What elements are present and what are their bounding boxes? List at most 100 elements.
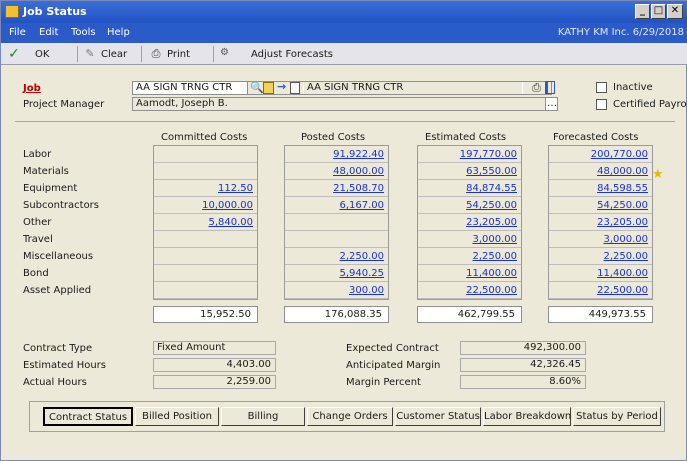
cost-cell-committed: 10,000.00 [154,197,257,214]
cost-link-posted[interactable]: 2,250.00 [339,251,384,262]
lookup-icon[interactable]: 🔍 [250,81,264,94]
cost-link-estimated[interactable]: 197,770.00 [460,149,517,160]
cost-cell-committed: 5,840.00 [154,214,257,231]
cost-cell-posted: 5,940.25 [285,265,388,282]
estimated-hours-label: Estimated Hours [23,360,106,371]
cost-cell-estimated: 2,250.00 [418,248,521,265]
cost-cell-estimated: 3,000.00 [418,231,521,248]
cost-link-estimated[interactable]: 3,000.00 [472,234,517,245]
toolbar-separator [141,46,142,62]
company-date: KATHY KM Inc. 6/29/2018 [557,27,684,38]
committed-costs-grid: 112.50 10,000.00 5,840.00 [153,145,258,300]
cost-link-forecasted[interactable]: 54,250.00 [597,200,648,211]
job-label[interactable]: Job [23,83,41,94]
cost-link-forecasted[interactable]: 22,500.00 [597,285,648,296]
cost-link-forecasted[interactable]: 84,598.55 [597,183,648,194]
billed-position-button[interactable]: Billed Position [135,407,219,426]
cost-cell-estimated: 63,550.00 [418,163,521,180]
toolbar: ✓ OK ✎ Clear ⎙ Print ⚙ Adjust Forecasts [1,43,687,65]
page-icon[interactable] [290,82,300,94]
clear-label: Clear [101,48,128,60]
adjust-forecasts-button[interactable]: Adjust Forecasts [251,46,333,62]
maximize-icon[interactable]: □ [651,4,666,19]
cost-link-committed[interactable]: 5,840.00 [208,217,253,228]
job-status-window: Job Status _ □ ✕ File Edit Tools Help KA… [0,0,687,461]
cost-link-posted[interactable]: 48,000.00 [333,166,384,177]
checkmark-icon: ✓ [8,46,20,62]
inactive-checkbox[interactable] [596,82,607,93]
ellipsis-button[interactable]: … [545,97,558,111]
printer-icon: ⎙ [151,47,161,60]
cost-cell-committed [154,163,257,180]
cost-link-forecasted[interactable]: 23,205.00 [597,217,648,228]
cost-link-estimated[interactable]: 22,500.00 [466,285,517,296]
cost-row-label: Other [23,217,52,228]
cost-link-estimated[interactable]: 2,250.00 [472,251,517,262]
note-icon[interactable] [263,82,274,94]
cost-link-forecasted[interactable]: 3,000.00 [603,234,648,245]
star-icon[interactable]: ★ [652,167,664,182]
cost-cell-committed [154,282,257,299]
actual-hours-label: Actual Hours [23,377,87,388]
posted-costs-header: Posted Costs [301,132,366,143]
forecasted-total: 449,973.55 [548,306,653,323]
change-orders-button[interactable]: Change Orders [307,407,393,426]
cost-link-forecasted[interactable]: 11,400.00 [597,268,648,279]
cost-link-committed[interactable]: 112.50 [218,183,253,194]
app-icon [5,5,19,18]
cost-link-posted[interactable]: 5,940.25 [339,268,384,279]
anticipated-margin-field: 42,326.45 [460,358,586,372]
cost-link-forecasted[interactable]: 2,250.00 [603,251,648,262]
customer-status-button[interactable]: Customer Status [395,407,481,426]
cost-link-estimated[interactable]: 54,250.00 [466,200,517,211]
cost-link-forecasted[interactable]: 48,000.00 [597,166,648,177]
clear-button[interactable]: ✎ Clear [83,46,127,62]
status-by-period-button[interactable]: Status by Period [573,407,661,426]
menu-tools[interactable]: Tools [71,27,96,38]
estimated-total: 462,799.55 [417,306,522,323]
committed-costs-header: Committed Costs [161,132,248,143]
menu-edit[interactable]: Edit [39,27,58,38]
cost-cell-estimated: 23,205.00 [418,214,521,231]
cost-link-posted[interactable]: 300.00 [349,285,384,296]
cost-link-estimated[interactable]: 23,205.00 [466,217,517,228]
minimize-icon[interactable]: _ [635,4,650,19]
menu-bar: File Edit Tools Help KATHY KM Inc. 6/29/… [1,23,687,43]
title-bar: Job Status _ □ ✕ [1,1,687,23]
cost-link-estimated[interactable]: 63,550.00 [466,166,517,177]
tools-icon[interactable]: ⚙ [220,47,229,58]
cost-link-forecasted[interactable]: 200,770.00 [591,149,648,160]
cost-link-estimated[interactable]: 84,874.55 [466,183,517,194]
estimated-costs-grid: 197,770.00 63,550.00 84,874.55 54,250.00 23,… [417,145,522,300]
arrow-right-icon[interactable]: → [277,80,286,93]
job-number-field[interactable]: AA SIGN TRNG CTR [132,81,248,95]
committed-total: 15,952.50 [153,306,258,323]
actual-hours-field: 2,259.00 [153,375,276,389]
cost-link-committed[interactable]: 10,000.00 [202,200,253,211]
labor-breakdown-button[interactable]: Labor Breakdown [483,407,571,426]
cost-cell-forecasted: 48,000.00 [549,163,652,180]
inactive-label: Inactive [613,82,653,93]
menu-file[interactable]: File [9,27,26,38]
cost-link-posted[interactable]: 6,167.00 [339,200,384,211]
expand-icon[interactable] [545,81,555,94]
cost-row-label: Asset Applied [23,285,92,296]
print-button[interactable]: ⎙ Print [149,46,190,62]
cost-cell-estimated: 197,770.00 [418,146,521,163]
certified-payroll-checkbox[interactable] [596,99,607,110]
contract-status-button[interactable]: Contract Status [43,407,133,426]
window-title: Job Status [23,5,87,18]
cost-cell-committed [154,231,257,248]
menu-help[interactable]: Help [107,27,130,38]
posted-costs-grid: 91,922.40 48,000.00 21,508.70 6,167.00 2,250… [284,145,389,300]
cost-cell-posted: 300.00 [285,282,388,299]
margin-percent-label: Margin Percent [346,377,421,388]
ok-button[interactable]: ✓ OK [7,46,49,62]
close-icon[interactable]: ✕ [667,4,683,19]
cost-link-posted[interactable]: 21,508.70 [333,183,384,194]
billing-button[interactable]: Billing [221,407,305,426]
cost-cell-posted [285,231,388,248]
cost-link-posted[interactable]: 91,922.40 [333,149,384,160]
cost-link-estimated[interactable]: 11,400.00 [466,268,517,279]
printer-small-icon[interactable]: ⎙ [532,81,541,95]
